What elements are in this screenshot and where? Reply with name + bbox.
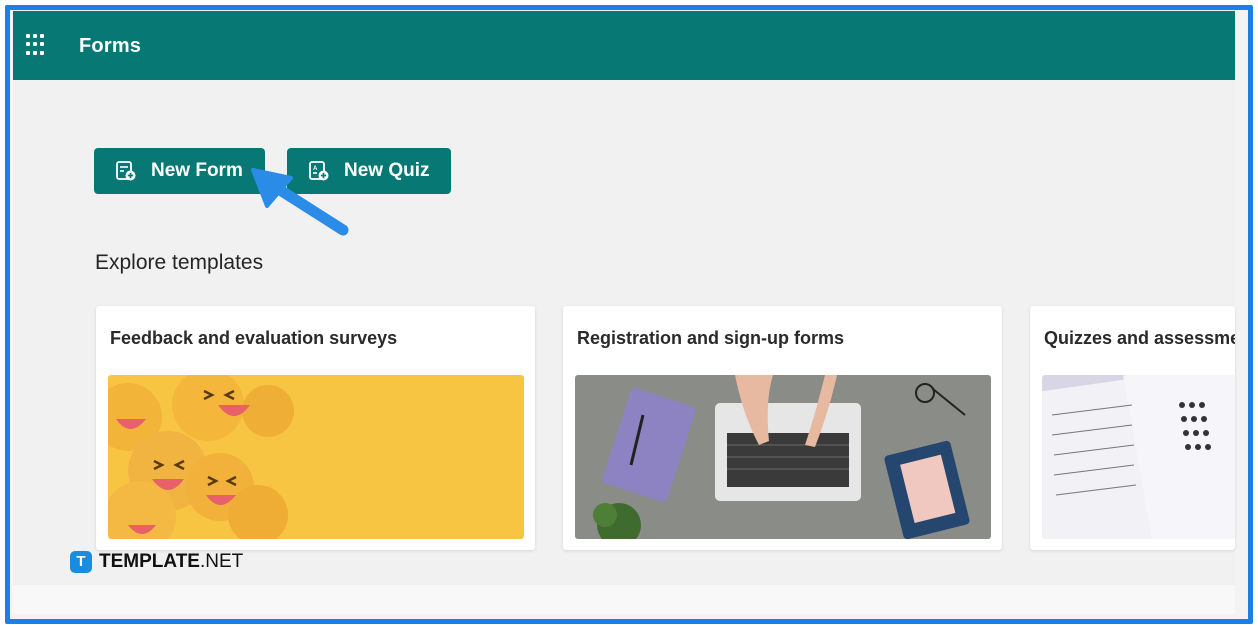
section-title: Explore templates: [95, 251, 264, 274]
footer-strip: [13, 585, 1235, 614]
logo-brand: TEMPLATE: [99, 551, 200, 572]
form-add-icon: [115, 160, 137, 182]
laptop-desk-thumbnail: [575, 375, 991, 539]
emoji-thumbnail: [108, 375, 524, 539]
waffle-icon[interactable]: [26, 34, 48, 56]
template-net-logo: T TEMPLATE .NET: [70, 551, 243, 573]
card-title: Registration and sign-up forms: [577, 328, 845, 348]
arrow-pointer-icon: [247, 164, 357, 244]
app-header: Forms: [13, 11, 1235, 80]
app-title: Forms: [79, 35, 142, 57]
logo-tld: .NET: [199, 551, 244, 572]
template-card-feedback[interactable]: Feedback and evaluation surveys: [96, 306, 535, 550]
template-card-quizzes[interactable]: Quizzes and assessme: [1030, 306, 1235, 550]
card-title: Feedback and evaluation surveys: [110, 328, 398, 348]
template-card-registration[interactable]: Registration and sign-up forms: [563, 306, 1002, 550]
card-title: Quizzes and assessme: [1044, 328, 1235, 348]
answer-sheet-thumbnail: [1042, 375, 1235, 539]
main-content: New Form A New Quiz Explore templates Fe…: [13, 80, 1235, 585]
new-form-button[interactable]: New Form: [94, 148, 265, 194]
new-form-label: New Form: [151, 160, 243, 181]
logo-badge: T: [70, 551, 92, 573]
